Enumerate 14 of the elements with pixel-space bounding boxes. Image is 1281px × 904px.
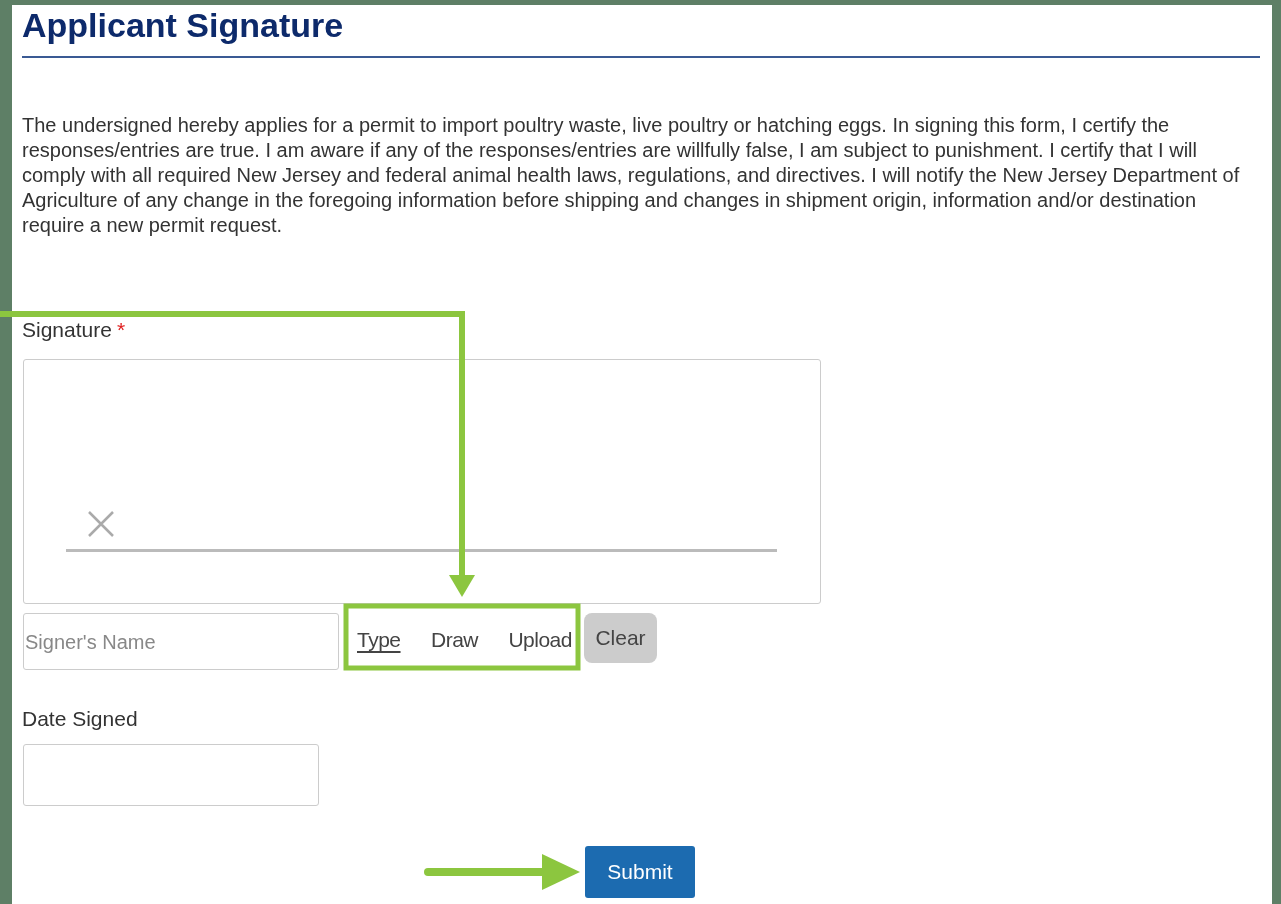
- signature-mode-tab[interactable]: Draw: [430, 624, 478, 656]
- submit-button[interactable]: Submit: [585, 846, 695, 898]
- date-signed-field[interactable]: [23, 744, 319, 806]
- clear-button[interactable]: Clear: [584, 613, 657, 663]
- signer-name-field[interactable]: Signer's Name: [23, 613, 339, 670]
- field-label: Signature: [22, 317, 112, 344]
- signature-mode-tab[interactable]: Upload: [508, 624, 572, 656]
- close-icon: [87, 510, 115, 538]
- required-mark: *: [116, 317, 126, 344]
- signature-pad[interactable]: [23, 359, 821, 604]
- signature-mode-tab[interactable]: Type: [357, 624, 401, 656]
- section-title: Applicant Signature: [22, 5, 344, 45]
- certification-text: The undersigned hereby applies for a permit to import poultry waste, live poultry or hatching eggs. In signing this form, I certify the responses/entries are true. I am aware if any of the responses/entries are willfully false, I am subject to punishment. I certify that I will comply with all required New Jersey and federal animal health laws, regulations, and directives. I will notify the New Jersey Department of Agriculture of any change in the foregoing information before shipping and changes in shipment origin, information and/or destination require a new permit request.: [22, 113, 1241, 238]
- field-label: Date Signed: [22, 706, 138, 729]
